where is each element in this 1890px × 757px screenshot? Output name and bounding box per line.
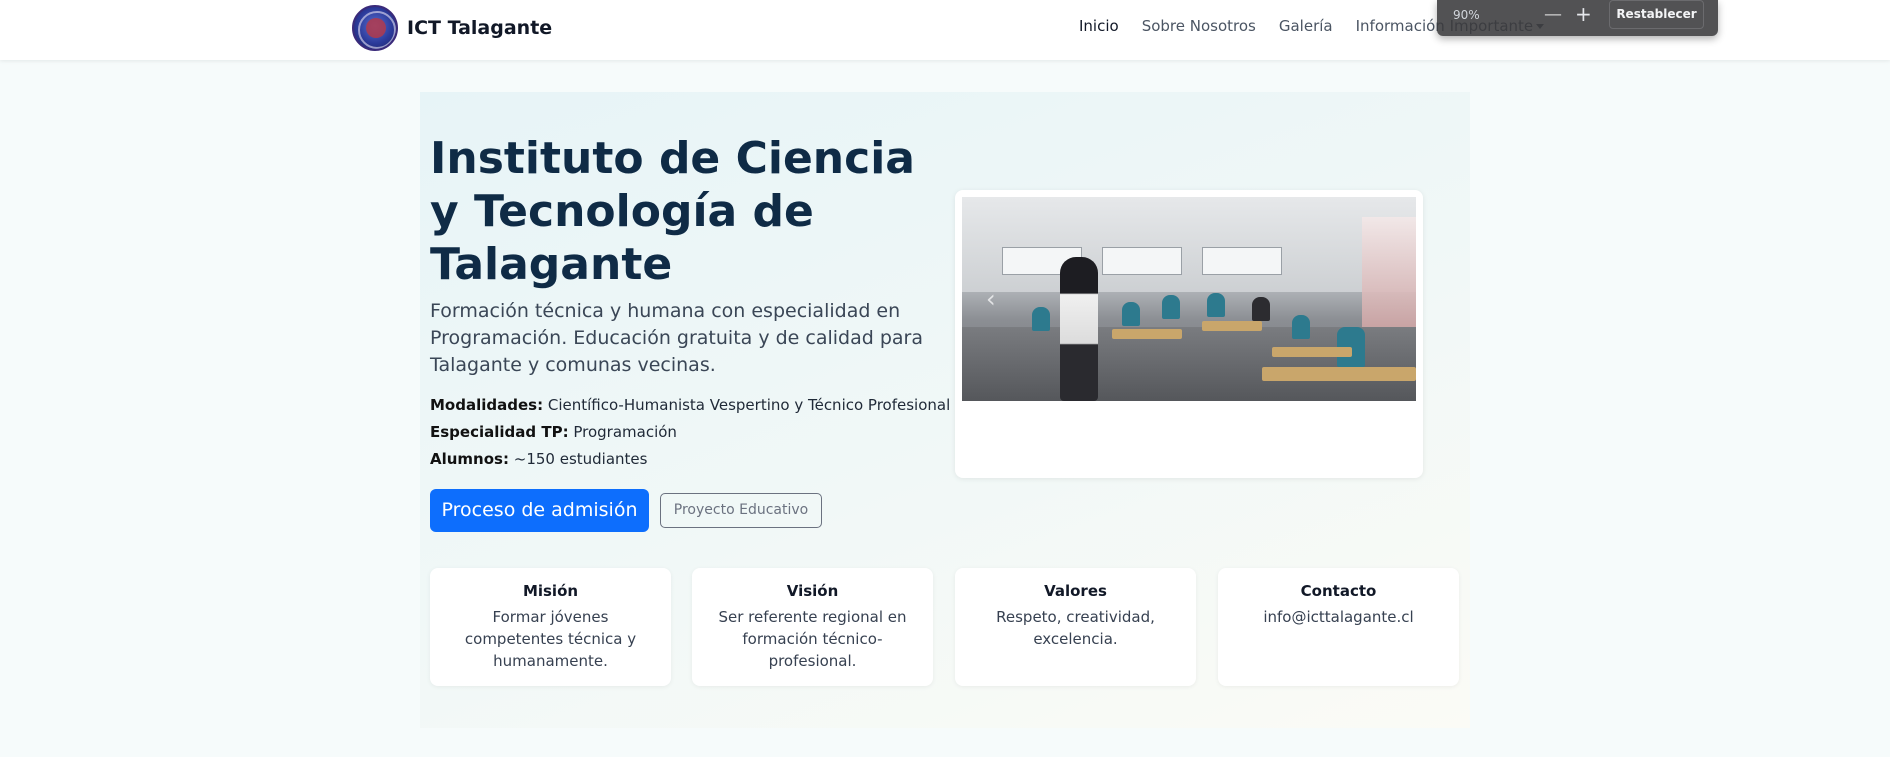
card-text: Ser referente regional en formación técn… bbox=[718, 608, 907, 670]
card-text: Respeto, creatividad, excelencia. bbox=[996, 608, 1155, 648]
card-vision: Visión Ser referente regional en formaci… bbox=[692, 568, 933, 686]
photo-desk bbox=[1112, 329, 1182, 339]
hero-lead: Formación técnica y humana con especiali… bbox=[430, 300, 924, 376]
nav-link-sobre-nosotros[interactable]: Sobre Nosotros bbox=[1142, 17, 1256, 35]
photo-desk bbox=[1272, 347, 1352, 357]
photo-student bbox=[1207, 293, 1225, 317]
card-mision: Misión Formar jóvenes competentes técnic… bbox=[430, 568, 671, 686]
contact-email[interactable]: info@icttalagante.cl bbox=[1230, 606, 1447, 628]
classroom-photo bbox=[962, 197, 1416, 401]
card-valores: Valores Respeto, creatividad, excelencia… bbox=[955, 568, 1196, 686]
photo-student bbox=[1032, 307, 1050, 331]
card-title: Misión bbox=[522, 582, 579, 600]
nav-link-inicio[interactable]: Inicio bbox=[1079, 17, 1119, 35]
photo-window bbox=[1202, 247, 1282, 275]
card-contacto: Contacto info@icttalagante.cl bbox=[1218, 568, 1459, 686]
zoom-popup: 90% — + Restablecer bbox=[1437, 0, 1718, 36]
fact-value: ~150 estudiantes bbox=[513, 450, 648, 468]
zoom-out-icon[interactable]: — bbox=[1544, 4, 1562, 25]
fact-modalidades: Modalidades: Científico-Humanista Vesper… bbox=[430, 392, 950, 419]
brand-name: ICT Talagante bbox=[407, 17, 553, 39]
school-logo bbox=[352, 5, 398, 51]
fact-value: Científico-Humanista Vespertino y Técnic… bbox=[547, 396, 951, 414]
photo-student bbox=[1162, 295, 1180, 319]
photo-student bbox=[1122, 302, 1140, 326]
facts-list: Modalidades: Científico-Humanista Vesper… bbox=[430, 392, 950, 473]
zoom-in-icon[interactable]: + bbox=[1575, 2, 1592, 26]
nav-link-galeria[interactable]: Galería bbox=[1279, 17, 1333, 35]
photo-student bbox=[1252, 297, 1270, 321]
zoom-level: 90% bbox=[1453, 8, 1480, 22]
zoom-reset-button[interactable]: Restablecer bbox=[1609, 0, 1704, 29]
photo-desk bbox=[1202, 321, 1262, 331]
card-title: Valores bbox=[1044, 582, 1107, 600]
card-title: Visión bbox=[786, 582, 839, 600]
carousel-prev-icon[interactable]: ‹ bbox=[986, 285, 996, 313]
photo-wall bbox=[962, 197, 1416, 292]
fact-label: Modalidades: bbox=[430, 396, 544, 414]
photo-window bbox=[1102, 247, 1182, 275]
photo-student bbox=[1292, 315, 1310, 339]
fact-label: Especialidad TP: bbox=[430, 423, 569, 441]
hero-title: Instituto de Ciencia y Tecnología de Tal… bbox=[430, 133, 915, 290]
photo-desk bbox=[1262, 367, 1416, 381]
fact-label: Alumnos: bbox=[430, 450, 509, 468]
educational-project-button[interactable]: Proyecto Educativo bbox=[660, 493, 822, 528]
fact-especialidad: Especialidad TP: Programación bbox=[430, 419, 950, 446]
card-title: Contacto bbox=[1300, 582, 1377, 600]
fact-value: Programación bbox=[573, 423, 677, 441]
photo-teacher bbox=[1060, 257, 1098, 401]
brand-link[interactable]: ICT Talagante bbox=[352, 5, 552, 51]
card-text: Formar jóvenes competentes técnica y hum… bbox=[464, 608, 637, 670]
admission-button[interactable]: Proceso de admisión bbox=[430, 489, 649, 532]
fact-alumnos: Alumnos: ~150 estudiantes bbox=[430, 446, 950, 473]
